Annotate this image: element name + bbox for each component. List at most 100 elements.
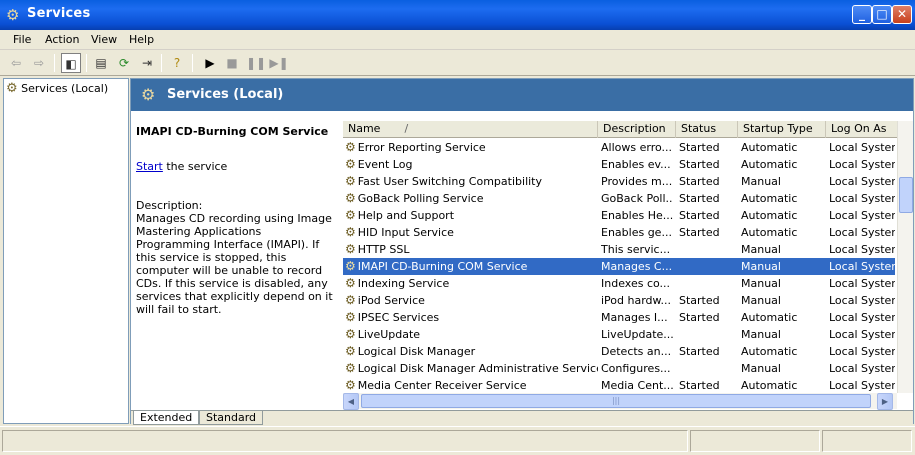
- column-header-status[interactable]: Status: [676, 121, 738, 138]
- horizontal-scroll-thumb[interactable]: |||: [361, 394, 871, 408]
- table-row[interactable]: ⚙ LiveUpdate LiveUpdate... Manual Local Syst…: [343, 326, 895, 343]
- cell-startup: Manual: [741, 241, 826, 258]
- table-row[interactable]: ⚙ IMAPI CD-Burning COM Service Manages C..…: [343, 258, 895, 275]
- cell-text: Started: [679, 311, 720, 324]
- table-row[interactable]: ⚙ GoBack Polling Service GoBack Poll... Sta…: [343, 190, 895, 207]
- cell-status: Started: [679, 292, 739, 309]
- cell-text: Indexing Service: [357, 277, 450, 290]
- table-row[interactable]: ⚙ Logical Disk Manager Detects an... Starte…: [343, 343, 895, 360]
- window-title: Services: [27, 6, 91, 21]
- column-header-description[interactable]: Description: [598, 121, 676, 138]
- cell-status: Started: [679, 190, 739, 207]
- column-header-startup-type[interactable]: Startup Type: [738, 121, 826, 138]
- table-row[interactable]: ⚙ IPSEC Services Manages I... Started Automa…: [343, 309, 895, 326]
- gear-icon: ⚙: [141, 85, 156, 104]
- tree-item-services-local[interactable]: ⚙ Services (Local): [6, 81, 108, 96]
- cell-text: Manual: [741, 294, 781, 307]
- table-row[interactable]: ⚙ Fast User Switching Compatibility Provid…: [343, 173, 895, 190]
- cell-text: Manual: [741, 260, 781, 273]
- menu-file[interactable]: File: [13, 33, 31, 46]
- cell-logon: Local System: [829, 139, 895, 156]
- description-label: Description:: [136, 199, 203, 212]
- cell-text: Detects an...: [601, 345, 672, 358]
- status-pane: [2, 430, 688, 452]
- start-service-link[interactable]: Start: [136, 160, 163, 173]
- vertical-scrollbar[interactable]: [897, 121, 913, 393]
- cell-text: Media Center Receiver Service: [357, 379, 527, 392]
- cell-text: Local System: [829, 209, 895, 222]
- cell-desc: Detects an...: [601, 343, 673, 360]
- service-gear-icon: ⚙: [345, 293, 356, 307]
- help-icon[interactable]: ?: [167, 53, 187, 73]
- cell-name: ⚙ Logical Disk Manager: [343, 343, 598, 360]
- cell-status: Started: [679, 207, 739, 224]
- cell-status: Started: [679, 309, 739, 326]
- table-row[interactable]: ⚙ Help and Support Enables He... Started Aut…: [343, 207, 895, 224]
- table-row[interactable]: ⚙ Media Center Receiver Service Media Cent…: [343, 377, 895, 394]
- cell-name: ⚙ HID Input Service: [343, 224, 598, 241]
- column-header-name[interactable]: Name /: [343, 121, 598, 138]
- table-row[interactable]: ⚙ iPod Service iPod hardw... Started Manual L…: [343, 292, 895, 309]
- properties-icon[interactable]: ▤: [91, 53, 111, 73]
- table-row[interactable]: ⚙ Indexing Service Indexes co... Manual Loca…: [343, 275, 895, 292]
- cell-status: Started: [679, 156, 739, 173]
- forward-icon[interactable]: ⇨: [29, 53, 49, 73]
- stop-icon[interactable]: ■: [222, 53, 242, 73]
- refresh-icon[interactable]: ⟳: [114, 53, 134, 73]
- menu-action[interactable]: Action: [45, 33, 79, 46]
- cell-name: ⚙ iPod Service: [343, 292, 598, 309]
- table-row[interactable]: ⚙ HID Input Service Enables ge... Started Au…: [343, 224, 895, 241]
- scroll-left-button[interactable]: ◀: [343, 393, 359, 410]
- menu-help[interactable]: Help: [129, 33, 154, 46]
- service-gear-icon: ⚙: [345, 327, 356, 341]
- cell-status: Started: [679, 224, 739, 241]
- table-row[interactable]: ⚙ Error Reporting Service Allows erro... St…: [343, 139, 895, 156]
- toolbar-separator: [54, 54, 55, 72]
- cell-text: Automatic: [741, 311, 798, 324]
- cell-text: Local System: [829, 226, 895, 239]
- cell-name: ⚙ Event Log: [343, 156, 598, 173]
- cell-status: Started: [679, 173, 739, 190]
- cell-text: Automatic: [741, 158, 798, 171]
- pause-icon[interactable]: ❚❚: [246, 53, 266, 73]
- cell-desc: Enables He...: [601, 207, 673, 224]
- play-icon[interactable]: ▶: [200, 53, 220, 73]
- toolbar-separator: [192, 54, 193, 72]
- service-gear-icon: ⚙: [345, 225, 356, 239]
- cell-text: Automatic: [741, 192, 798, 205]
- tab-extended[interactable]: Extended: [133, 411, 200, 425]
- cell-desc: Manages I...: [601, 309, 673, 326]
- export-list-icon[interactable]: ⇥: [137, 53, 157, 73]
- restart-icon[interactable]: ▶❚: [269, 53, 289, 73]
- service-gear-icon: ⚙: [345, 259, 356, 273]
- vertical-scroll-thumb[interactable]: [899, 177, 913, 213]
- cell-text: Local System: [829, 311, 895, 324]
- minimize-button[interactable]: _: [852, 5, 872, 24]
- table-row[interactable]: ⚙ HTTP SSL This servic... Manual Local Syste…: [343, 241, 895, 258]
- cell-text: Automatic: [741, 226, 798, 239]
- service-gear-icon: ⚙: [345, 208, 356, 222]
- services-list: Name / Description Status Startup Type Lo…: [343, 121, 913, 411]
- list-rows: ⚙ Error Reporting Service Allows erro... St…: [343, 139, 895, 394]
- cell-startup: Automatic: [741, 309, 826, 326]
- cell-text: Manual: [741, 243, 781, 256]
- title-bar[interactable]: ⚙ Services _ □ ✕: [0, 0, 915, 30]
- cell-text: Logical Disk Manager: [357, 345, 476, 358]
- scroll-right-button[interactable]: ▶: [877, 393, 893, 410]
- close-button[interactable]: ✕: [892, 5, 912, 24]
- maximize-button[interactable]: □: [872, 5, 892, 24]
- menu-view[interactable]: View: [91, 33, 117, 46]
- service-gear-icon: ⚙: [345, 310, 356, 324]
- cell-logon: Local System: [829, 309, 895, 326]
- back-icon[interactable]: ⇦: [6, 53, 26, 73]
- cell-text: iPod Service: [357, 294, 425, 307]
- table-row[interactable]: ⚙ Event Log Enables ev... Started Automatic L…: [343, 156, 895, 173]
- show-hide-tree-icon[interactable]: ◧: [61, 53, 81, 73]
- services-gear-icon: ⚙: [6, 6, 20, 24]
- service-gear-icon: ⚙: [345, 191, 356, 205]
- cell-startup: Manual: [741, 275, 826, 292]
- tab-standard[interactable]: Standard: [199, 411, 264, 425]
- table-row[interactable]: ⚙ Logical Disk Manager Administrative Ser…: [343, 360, 895, 377]
- cell-text: Provides m...: [601, 175, 673, 188]
- horizontal-scrollbar[interactable]: ◀ ||| ▶: [343, 393, 897, 410]
